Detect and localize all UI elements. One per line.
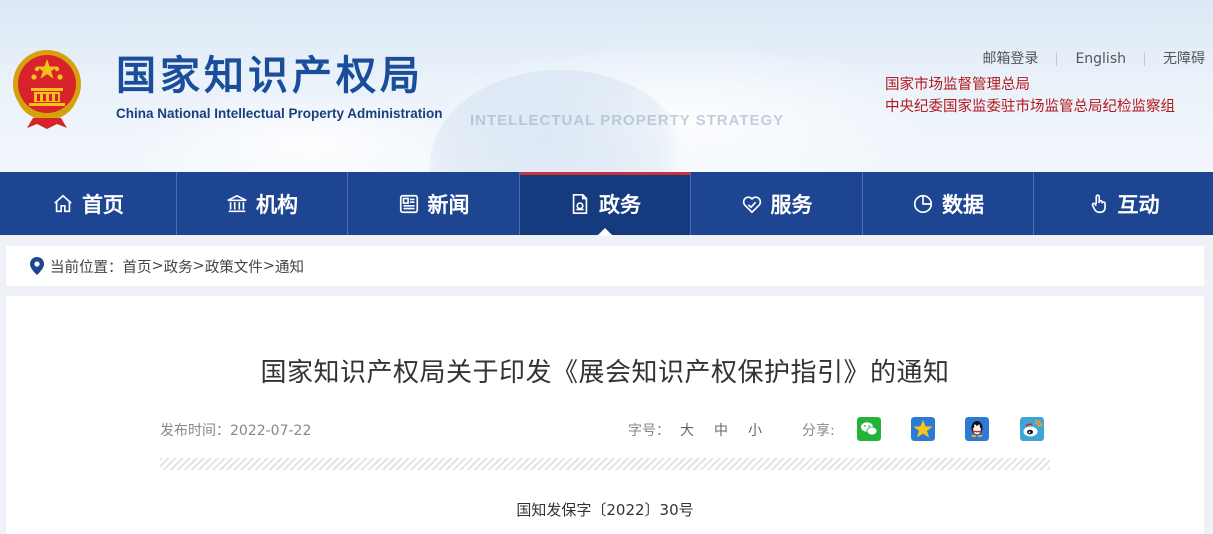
share-label: 分享:: [802, 423, 835, 439]
nav-item-government-affairs[interactable]: 政务: [520, 172, 691, 236]
nav-item-label: 政务: [599, 192, 641, 217]
font-size-large-button[interactable]: 大: [680, 420, 694, 440]
samr-link[interactable]: 国家市场监督管理总局: [885, 73, 1030, 94]
font-size-medium-button[interactable]: 中: [714, 420, 728, 440]
nav-item-institution[interactable]: 机构: [177, 172, 348, 235]
breadcrumb-home[interactable]: 首页: [123, 256, 152, 277]
nav-item-label: 数据: [942, 192, 984, 217]
nav-item-data[interactable]: 数据: [863, 172, 1034, 235]
qq-icon[interactable]: [965, 417, 989, 441]
publish-date: 发布时间：2022-07-22: [160, 423, 312, 439]
top-links: 邮箱登录 English 无障碍: [964, 50, 1205, 68]
site-logo-subtitle: China National Intellectual Property Adm…: [116, 106, 443, 121]
font-size-small-button[interactable]: 小: [748, 420, 762, 440]
nav-item-interaction[interactable]: 互动: [1034, 172, 1213, 235]
breadcrumb-prefix: 当前位置：: [50, 259, 123, 276]
email-login-link[interactable]: 邮箱登录: [964, 50, 1056, 68]
english-link[interactable]: English: [1057, 50, 1144, 68]
government-affairs-icon: [569, 193, 591, 215]
location-pin-icon: [30, 257, 44, 275]
nav-item-label: 首页: [82, 192, 124, 217]
nav-item-label: 互动: [1117, 192, 1160, 217]
wechat-icon[interactable]: [857, 417, 881, 441]
breadcrumb-notice[interactable]: 通知: [275, 256, 304, 277]
site-logo-title[interactable]: 国家知识产权局: [116, 52, 424, 100]
breadcrumb: 当前位置： 首页 > 政务 > 政策文件 > 通知: [6, 246, 1204, 286]
home-icon: [52, 193, 74, 215]
nav-item-label: 服务: [770, 192, 813, 217]
document-number: 国知发保字〔2022〕30号: [516, 501, 694, 519]
breadcrumb-policy-documents[interactable]: 政策文件: [205, 256, 263, 277]
article-title: 国家知识产权局关于印发《展会知识产权保护指引》的通知: [260, 358, 950, 388]
breadcrumb-separator: >: [262, 258, 275, 274]
news-icon: [398, 193, 420, 215]
breadcrumb-separator: >: [192, 258, 205, 274]
nav-item-service[interactable]: 服务: [691, 172, 863, 235]
header-watermark-text: INTELLECTUAL PROPERTY STRATEGY: [470, 112, 785, 129]
breadcrumb-separator: >: [151, 258, 164, 274]
interaction-icon: [1088, 193, 1110, 215]
main-nav: 首页 机构 新闻 政务 服务 数据 互动: [0, 172, 1213, 236]
institution-icon: [226, 193, 248, 215]
site-header: INTELLECTUAL PROPERTY STRATEGY 国家知识产权局 C…: [0, 0, 1213, 172]
divider-stripes: [160, 458, 1050, 470]
weibo-icon[interactable]: [1020, 417, 1044, 441]
accessibility-link[interactable]: 无障碍: [1145, 50, 1205, 68]
nav-item-label: 新闻: [427, 192, 470, 217]
nav-item-news[interactable]: 新闻: [348, 172, 520, 235]
font-size-label: 字号：: [628, 423, 670, 439]
data-icon: [912, 193, 934, 215]
service-icon: [741, 193, 763, 215]
nav-item-label: 机构: [256, 192, 298, 217]
qzone-icon[interactable]: [911, 417, 935, 441]
font-size-control: 字号： 大 中 小: [628, 420, 762, 440]
discipline-inspection-link[interactable]: 中央纪委国家监委驻市场监管总局纪检监察组: [885, 95, 1175, 116]
nav-item-home[interactable]: 首页: [0, 172, 177, 235]
article-container: 国家知识产权局关于印发《展会知识产权保护指引》的通知 发布时间：2022-07-…: [6, 296, 1204, 534]
breadcrumb-government-affairs[interactable]: 政务: [164, 256, 193, 277]
national-emblem-icon: [13, 50, 81, 129]
